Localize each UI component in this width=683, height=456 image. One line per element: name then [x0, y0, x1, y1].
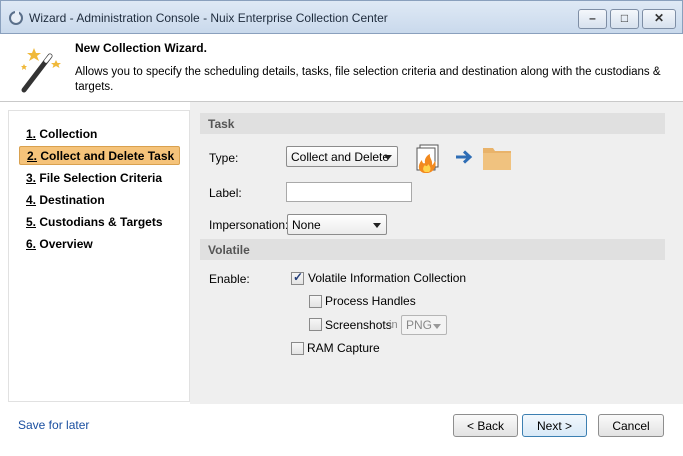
- cancel-button[interactable]: Cancel: [598, 414, 664, 437]
- step-label: Custodians & Targets: [39, 215, 163, 229]
- step-number: 5.: [26, 215, 37, 229]
- step-file-selection-criteria[interactable]: 3. File Selection Criteria: [19, 169, 179, 188]
- step-overview[interactable]: 6. Overview: [19, 235, 179, 254]
- label-label: Label:: [209, 186, 242, 200]
- screenshots-label: Screenshots: [325, 318, 392, 332]
- volatile-information-checkbox[interactable]: [291, 270, 304, 285]
- impersonation-select[interactable]: None: [287, 214, 387, 235]
- step-number: 1.: [26, 127, 37, 141]
- type-select[interactable]: Collect and Delete: [286, 146, 398, 167]
- save-for-later-link[interactable]: Save for later: [18, 418, 89, 432]
- title-bar: Wizard - Administration Console - Nuix E…: [0, 0, 683, 34]
- step-label: Destination: [39, 193, 105, 207]
- maximize-icon: □: [620, 11, 629, 25]
- type-select-value: Collect and Delete: [291, 150, 390, 164]
- impersonation-label: Impersonation:: [209, 218, 289, 232]
- type-label: Type:: [209, 151, 239, 165]
- step-collect-and-delete-task[interactable]: 2. Collect and Delete Task: [19, 146, 180, 165]
- ram-capture-label: RAM Capture: [307, 341, 380, 355]
- process-handles-checkbox[interactable]: [309, 295, 322, 308]
- wizard-header: New Collection Wizard. Allows you to spe…: [0, 34, 683, 102]
- enable-label: Enable:: [209, 272, 250, 286]
- chevron-down-icon: [384, 155, 392, 160]
- minimize-button[interactable]: –: [578, 9, 607, 29]
- next-button[interactable]: Next >: [522, 414, 587, 437]
- step-label: Collection: [39, 127, 98, 141]
- step-number: 6.: [26, 237, 37, 251]
- section-task-header: Task: [200, 113, 665, 134]
- in-label: in: [389, 319, 398, 331]
- screenshots-checkbox[interactable]: [309, 318, 322, 331]
- volatile-information-label: Volatile Information Collection: [308, 271, 467, 285]
- section-volatile-header: Volatile: [200, 239, 665, 260]
- folder-icon: [483, 148, 511, 170]
- app-icon: [9, 11, 23, 25]
- magic-wand-icon: [21, 48, 61, 93]
- back-button[interactable]: < Back: [453, 414, 518, 437]
- close-icon: ✕: [653, 11, 665, 25]
- task-panel: Task Type: Collect and Delete Label: Imp…: [190, 102, 683, 404]
- screenshot-format-select[interactable]: PNG: [401, 315, 447, 335]
- close-button[interactable]: ✕: [642, 9, 676, 29]
- step-number: 3.: [26, 171, 37, 185]
- step-number: 4.: [26, 193, 37, 207]
- maximize-button[interactable]: □: [610, 9, 639, 29]
- wizard-description: Allows you to specify the scheduling det…: [75, 66, 661, 93]
- wizard-steps: 1. Collection 2. Collect and Delete Task…: [8, 110, 190, 402]
- ram-capture-checkbox[interactable]: [291, 342, 304, 355]
- minimize-icon: –: [589, 11, 596, 25]
- step-number: 2.: [27, 149, 38, 163]
- step-destination[interactable]: 4. Destination: [19, 191, 179, 210]
- process-handles-label: Process Handles: [325, 294, 416, 308]
- window-title: Wizard - Administration Console - Nuix E…: [29, 11, 388, 25]
- step-label: Collect and Delete Task: [40, 149, 175, 163]
- step-label: File Selection Criteria: [39, 171, 163, 185]
- step-custodians-targets[interactable]: 5. Custodians & Targets: [19, 213, 179, 232]
- right-arrow-icon: [456, 150, 473, 164]
- document-fire-icon: [416, 144, 439, 173]
- chevron-down-icon: [373, 223, 381, 228]
- step-collection[interactable]: 1. Collection: [19, 125, 179, 144]
- chevron-down-icon: [433, 324, 441, 329]
- screenshot-format-value: PNG: [406, 318, 433, 332]
- wizard-title: New Collection Wizard.: [75, 41, 207, 55]
- label-field[interactable]: [286, 182, 412, 202]
- impersonation-select-value: None: [292, 218, 321, 232]
- step-label: Overview: [39, 237, 93, 251]
